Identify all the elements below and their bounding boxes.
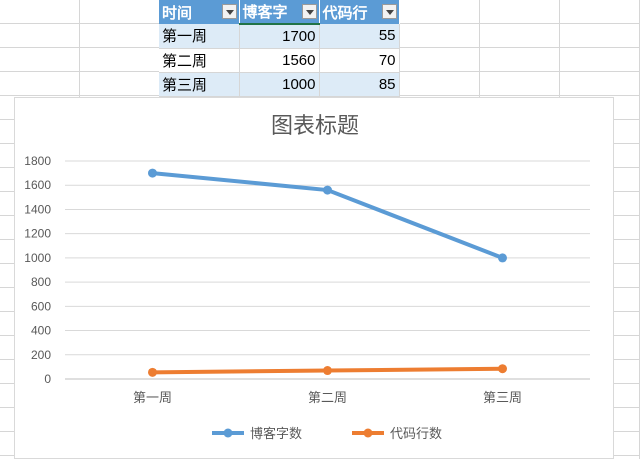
data-point[interactable] [498,253,507,263]
table-cell[interactable]: 70 [319,48,400,73]
header-label: 时间 [162,3,193,22]
table-cell[interactable]: 第三周 [159,72,240,97]
data-point[interactable] [323,185,332,195]
table-cell[interactable]: 1560 [239,48,320,73]
header-label: 代码行 [322,3,368,22]
line-chart[interactable]: 图表标题 0 200 400 600 800 1000 1200 1400 1600 1800 第一… [14,97,614,459]
table-cell[interactable]: 1000 [239,72,320,97]
x-tick-label: 第二周 [308,391,347,406]
table-cell[interactable]: 85 [319,72,400,97]
header-time[interactable]: 时间 [159,0,240,24]
y-tick-label: 200 [31,348,51,362]
y-tick-label: 1800 [24,154,51,168]
table-row: 第三周 1000 85 [159,72,400,97]
header-blog-words[interactable]: 博客字 [239,0,320,25]
y-tick-label: 600 [31,299,51,313]
filter-dropdown-icon[interactable] [301,4,317,19]
y-tick-label: 1200 [24,227,51,241]
data-point[interactable] [148,367,157,377]
y-tick-label: 400 [31,324,51,338]
data-table[interactable]: 时间 博客字 代码行 第一周 1700 55 第二周 1560 70 第三周 1… [159,0,400,97]
table-header-row: 时间 博客字 代码行 [159,0,400,25]
table-row: 第一周 1700 55 [159,24,400,49]
data-point[interactable] [148,168,157,178]
x-tick-label: 第一周 [133,391,172,406]
data-point[interactable] [323,366,332,376]
legend-entry[interactable]: 博客字数 [250,426,302,442]
table-row: 第二周 1560 70 [159,48,400,73]
y-tick-label: 1600 [24,178,51,192]
chart-plot-area: 0 200 400 600 800 1000 1200 1400 1600 1800 第一周 第二周 第… [24,154,590,442]
y-tick-label: 1000 [24,251,51,265]
table-cell[interactable]: 第一周 [159,24,240,49]
table-cell[interactable]: 1700 [239,24,320,49]
x-tick-label: 第三周 [483,391,522,406]
legend-entry[interactable]: 代码行数 [390,427,442,442]
y-tick-label: 800 [31,275,51,289]
header-code-lines[interactable]: 代码行 [319,0,400,24]
table-cell[interactable]: 55 [319,24,400,49]
header-label: 博客字 [242,3,288,21]
table-cell[interactable]: 第二周 [159,48,240,73]
filter-dropdown-icon[interactable] [381,4,397,19]
filter-dropdown-icon[interactable] [221,4,237,19]
y-tick-label: 0 [44,372,51,386]
data-point[interactable] [498,364,507,374]
legend-marker [223,428,233,438]
legend-marker [363,428,373,438]
y-tick-label: 1400 [24,202,51,216]
